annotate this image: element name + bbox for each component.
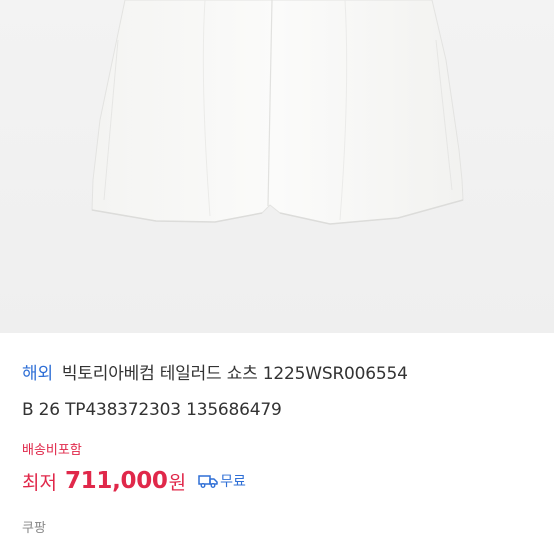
product-title-line1[interactable]: 해외 빅토리아베컴 테일러드 쇼츠 1225WSR006554 <box>22 363 408 385</box>
overseas-badge: 해외 <box>22 364 53 384</box>
delivery-info: 무료 <box>198 471 246 491</box>
price-prefix: 최저 <box>22 471 57 494</box>
seller-name[interactable]: 쿠팡 <box>22 521 46 537</box>
price-row: 최저 711,000 원 무료 <box>22 466 246 496</box>
product-card[interactable]: 해외 빅토리아베컴 테일러드 쇼츠 1225WSR006554 B 26 TP43… <box>0 0 554 554</box>
product-title-line2[interactable]: B 26 TP438372303 135686479 <box>22 399 282 421</box>
price-value: 711,000 <box>64 468 168 494</box>
delivery-label: 무료 <box>220 474 246 490</box>
shipping-note: 배송비포함 <box>22 443 82 458</box>
product-info: 해외 빅토리아베컴 테일러드 쇼츠 1225WSR006554 B 26 TP43… <box>0 333 554 554</box>
price-unit: 원 <box>168 471 187 494</box>
product-title-text[interactable]: 빅토리아베컴 테일러드 쇼츠 1225WSR006554 <box>62 364 408 384</box>
truck-icon <box>198 474 218 488</box>
shorts-illustration <box>91 0 464 225</box>
product-image[interactable] <box>0 0 554 333</box>
